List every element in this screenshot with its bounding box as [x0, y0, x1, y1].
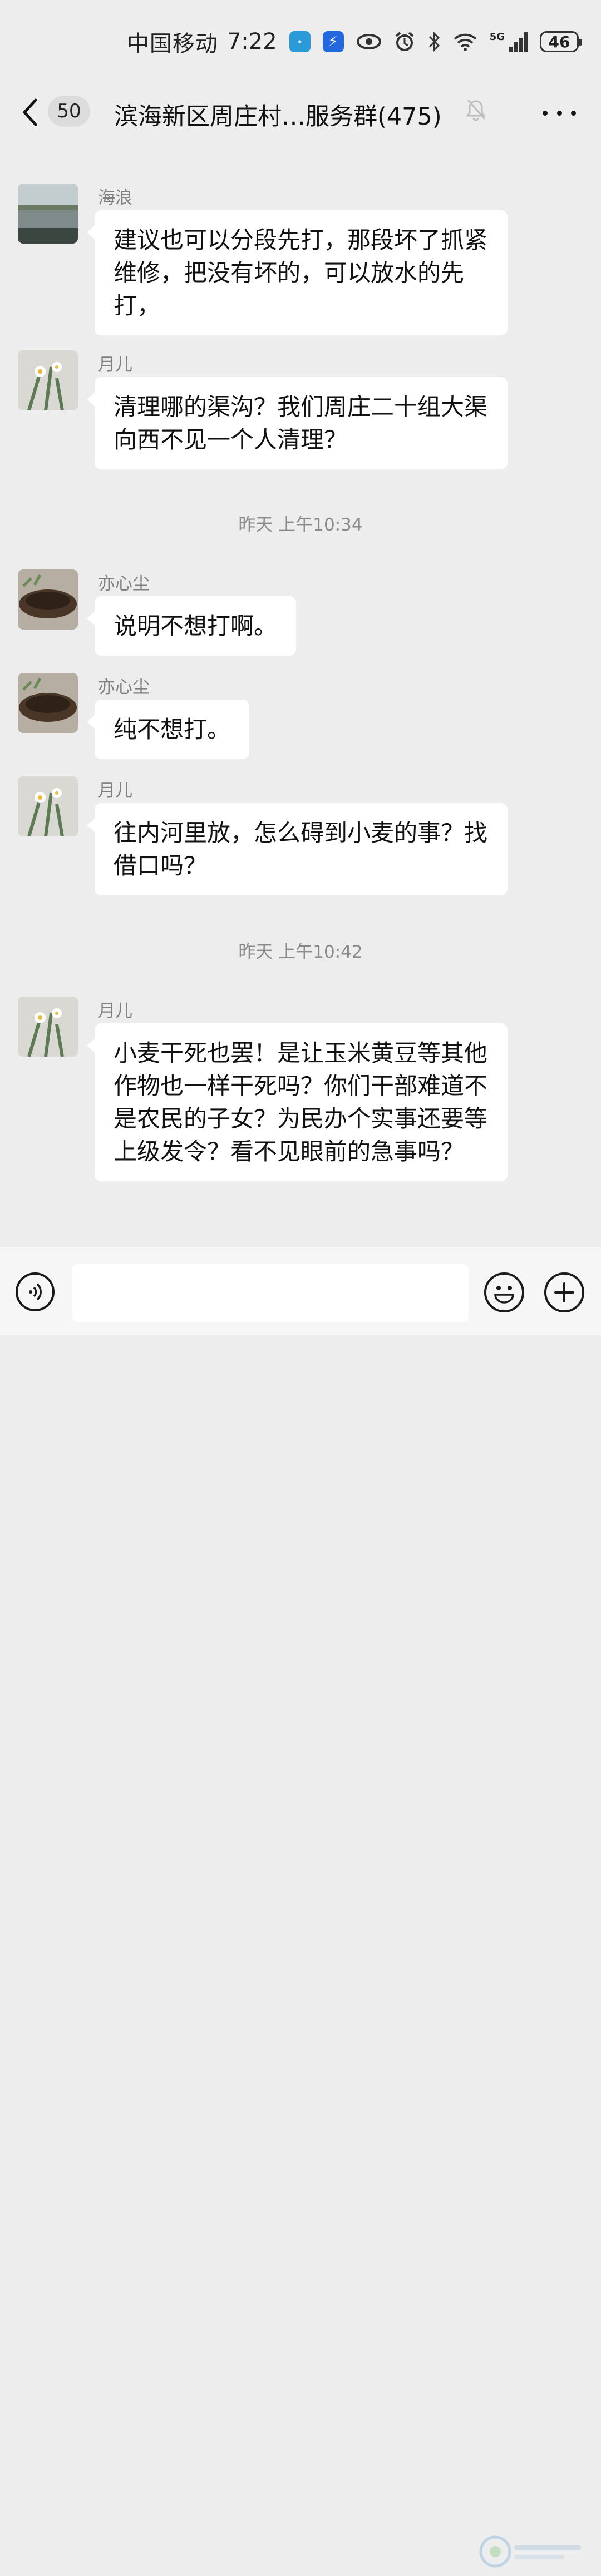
unread-count-badge[interactable]: 50 — [48, 96, 90, 127]
more-options-button[interactable] — [543, 99, 576, 127]
voice-button[interactable] — [16, 1272, 55, 1311]
clock: 7:22 — [226, 29, 277, 55]
wifi-icon — [453, 32, 477, 51]
bell-muted-icon — [465, 100, 486, 121]
message-bubble[interactable]: 纯不想打。 — [86, 700, 250, 759]
sender-name: 亦心尘 — [98, 574, 150, 594]
watermark-logo — [479, 2529, 590, 2574]
message-bubble[interactable]: 建议也可以分段先打，那段坏了抓紧维修，把没有坏的，可以放水的先打， — [87, 210, 508, 335]
battery-level: 46 — [548, 32, 570, 51]
sender-name: 海浪 — [98, 188, 132, 208]
narcissus-avatar[interactable] — [18, 350, 78, 410]
alarm-icon — [394, 31, 415, 52]
smiley-icon — [494, 1286, 514, 1304]
sender-name: 月儿 — [98, 355, 132, 375]
flowerpot-avatar[interactable] — [18, 673, 78, 733]
voice-icon — [29, 1283, 42, 1301]
flowerpot-avatar[interactable] — [18, 569, 78, 630]
lake-avatar[interactable] — [18, 184, 78, 244]
message-bubble[interactable]: 清理哪的渠沟？我们周庄二十组大渠向西不见一个人清理？ — [87, 377, 508, 469]
network-type: 5G — [489, 31, 505, 43]
eye-icon — [356, 33, 382, 51]
narcissus-avatar[interactable] — [18, 776, 78, 836]
back-button[interactable] — [21, 96, 43, 129]
status-bar: 中国移动 7:22 ✺ ⚡ 5G 46 — [0, 0, 601, 83]
tplink-icon: ✺ — [289, 31, 311, 52]
chevron-left-icon — [22, 98, 37, 126]
narcissus-avatar[interactable] — [18, 997, 78, 1057]
signal-icon — [509, 31, 528, 52]
battery-icon: 46 — [540, 31, 582, 52]
bluetooth-icon — [427, 31, 441, 52]
more-functions-button[interactable] — [544, 1272, 584, 1312]
sender-name: 月儿 — [98, 1001, 132, 1021]
carrier-name: 中国移动 — [126, 31, 218, 57]
sender-name: 亦心尘 — [98, 677, 150, 697]
plus-icon — [554, 1282, 574, 1302]
thunder-icon: ⚡ — [322, 31, 344, 52]
message-bubble[interactable]: 往内河里放，怎么碍到小麦的事？找借口吗？ — [87, 803, 508, 895]
sender-name: 月儿 — [98, 781, 132, 801]
page-title: 滨海新区周庄村…服务群(475) — [114, 103, 442, 131]
message-bubble[interactable]: 小麦干死也罢！是让玉米黄豆等其他作物也一样干死吗？你们干部难道不是农民的子女？为… — [87, 1023, 508, 1181]
emoji-button[interactable] — [484, 1272, 524, 1312]
message-bubble[interactable]: 说明不想打啊。 — [86, 596, 297, 656]
message-list[interactable]: 海浪 建议也可以分段先打，那段坏了抓紧维修，把没有坏的，可以放水的先打， 月儿 … — [0, 146, 601, 1247]
time-divider: 昨天 上午10:42 — [238, 942, 363, 962]
chat-header: 50 滨海新区周庄村…服务群(475) — [0, 83, 601, 146]
message-input[interactable] — [72, 1264, 469, 1322]
time-divider: 昨天 上午10:34 — [238, 515, 363, 535]
chat-input-bar — [0, 1247, 601, 2568]
